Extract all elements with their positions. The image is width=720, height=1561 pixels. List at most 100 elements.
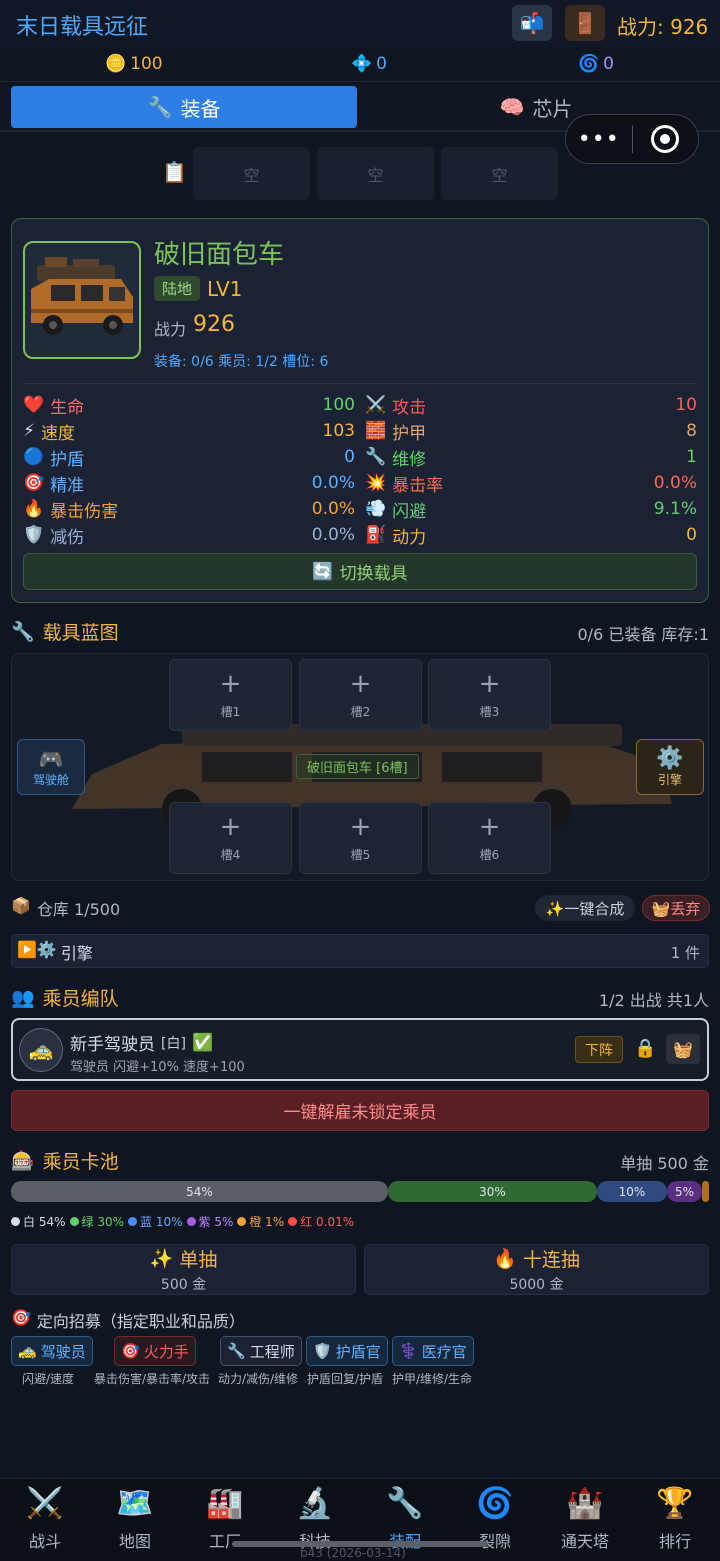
package-icon: 📦 [11,896,31,915]
plus-icon: + [219,811,242,842]
nav-tower[interactable]: 🏰 通天塔 [540,1478,630,1561]
medical-icon: ⚕️ [399,1342,418,1360]
blueprint-slot-5[interactable]: + 槽5 [299,802,422,874]
nav-factory[interactable]: 🏭 工厂 [180,1478,270,1561]
fire-all-button[interactable]: 一键解雇未锁定乘员 [11,1090,709,1131]
engine-slot[interactable]: ⚙️ 引擎 [636,739,704,795]
nav-rift[interactable]: 🌀 裂隙 [450,1478,540,1561]
job-label: 工程师 [249,1342,295,1361]
job-label: 火力手 [143,1342,189,1361]
rarity-legend: 白 54% 绿 30% 蓝 10% 紫 5% 橙 1% 红 0.01% [11,1213,354,1230]
loadout-slot-3[interactable]: 空 [441,147,558,200]
ten-draw-cost: 5000 金 [509,1277,564,1293]
nav-ranking[interactable]: 🏆 排行 [630,1478,720,1561]
legend-text: 橙 1% [249,1215,285,1229]
swirl-icon: 🌀 [476,1486,514,1521]
rift-currency: 🌀 0 [578,54,614,74]
mini-program-capsule: ••• [565,114,699,164]
legend-text: 蓝 10% [140,1215,183,1229]
job-label: 驾驶员 [40,1342,86,1361]
castle-icon: 🏰 [566,1486,604,1521]
tab-equipment[interactable]: 🔧 装备 [11,86,357,128]
switch-vehicle-label: 切换载具 [339,564,408,584]
mailbox-icon[interactable]: 📬 [512,5,552,41]
clipboard-icon[interactable]: 📋 [162,160,187,184]
loadout-slot-2[interactable]: 空 [317,147,434,200]
stat-value: 1 [686,447,697,467]
map-icon: 🗺️ [116,1486,154,1521]
loadout-slot-1[interactable]: 空 [193,147,310,200]
orange-dot-icon [237,1217,247,1226]
stat-damage-reduction: 🛡️ 减伤 0.0% [23,522,355,548]
recruit-gunner-button[interactable]: 🎯 火力手 [114,1336,196,1366]
more-menu-button[interactable]: ••• [566,127,632,152]
gold-currency: 🪙 100 [105,54,163,74]
merge-all-button[interactable]: ✨一键合成 [535,895,635,921]
stat-hp: ❤️ 生命 100 [23,392,355,418]
warehouse-filter-row[interactable] [11,934,709,968]
fire-icon: 🔥 [493,1248,517,1270]
recruit-engineer-button[interactable]: 🔧 工程师 [220,1336,302,1366]
cockpit-slot[interactable]: 🎮 驾驶舱 [17,739,85,795]
switch-vehicle-button[interactable]: 🔄 切换载具 [23,553,697,590]
stat-shield: 🔵 护盾 0 [23,444,355,470]
nav-map[interactable]: 🗺️ 地图 [90,1478,180,1561]
bench-button[interactable]: 下阵 [575,1036,623,1063]
stat-value: 100 [322,395,355,415]
vehicle-image[interactable] [23,241,141,359]
door-icon[interactable]: 🚪 [565,5,605,41]
rarity-bar: 54% 30% 10% 5% [11,1181,709,1202]
wrench-icon: 🔧 [386,1486,424,1521]
blueprint-slot-2[interactable]: + 槽2 [299,659,422,731]
single-draw-button[interactable]: ✨ 单抽 500 金 [11,1244,356,1295]
blueprint-slot-4[interactable]: + 槽4 [169,802,292,874]
blueprint-slot-3[interactable]: + 槽3 [428,659,551,731]
filter-label: 引擎 [60,944,93,963]
crew-member-desc: 驾驶员 闪避+10% 速度+100 [70,1060,245,1075]
plus-icon: + [349,668,372,699]
ten-draw-label: 十连抽 [522,1249,580,1271]
blueprint-slot-1[interactable]: + 槽1 [169,659,292,731]
rarity-segment: 10% [597,1181,667,1202]
stat-value: 0.0% [311,499,355,519]
diamond-amount: 0 [376,54,387,74]
blueprint-header: 🔧 载具蓝图 [11,618,119,645]
ten-draw-button[interactable]: 🔥 十连抽 5000 金 [364,1244,709,1295]
plus-icon: + [219,668,242,699]
recruit-driver-button[interactable]: 🚕 驾驶员 [11,1336,93,1366]
job-desc: 闪避/速度 [21,1372,75,1386]
legend-white: 白 54% [11,1213,66,1230]
plus-icon: + [478,668,501,699]
gacha-title: 乘员卡池 [42,1151,119,1173]
total-power: 战力: 926 [617,15,709,39]
single-draw-cost: 500 金 [160,1277,207,1293]
vehicle-name: 破旧面包车 [154,240,285,270]
van-icon [31,257,133,335]
microscope-icon: 🔬 [296,1486,334,1521]
slot-label: 槽3 [479,704,500,719]
discard-button[interactable]: 🧺丢弃 [642,895,710,921]
legend-text: 绿 30% [81,1215,125,1229]
vehicle-power: 926 [193,312,235,337]
brick-icon: 🧱 [365,421,387,441]
shield-icon: 🛡️ [313,1342,332,1360]
job-label: 医疗官 [421,1342,467,1361]
app-title: 末日载具远征 [16,15,149,40]
plus-icon: + [349,811,372,842]
close-mini-program-button[interactable] [633,125,699,153]
recruit-medic-button[interactable]: ⚕️ 医疗官 [392,1336,474,1366]
nav-battle[interactable]: ⚔️ 战斗 [0,1478,90,1561]
stat-power: ⛽ 动力 0 [365,522,697,548]
target-icon: 🎯 [121,1342,140,1360]
swirl-icon: 🌀 [578,54,600,74]
slot-label: 槽6 [479,847,500,862]
wrench-icon: 🔧 [147,95,173,119]
lock-icon[interactable]: 🔒 [634,1038,656,1059]
trash-icon[interactable]: 🧺 [666,1034,700,1064]
target-icon: 🎯 [23,473,45,493]
rarity-segment: 54% [11,1181,388,1202]
terrain-badge: 陆地 [154,276,201,301]
blueprint-slot-6[interactable]: + 槽6 [428,802,551,874]
wind-icon: 💨 [365,499,387,519]
recruit-shield-officer-button[interactable]: 🛡️ 护盾官 [306,1336,388,1366]
